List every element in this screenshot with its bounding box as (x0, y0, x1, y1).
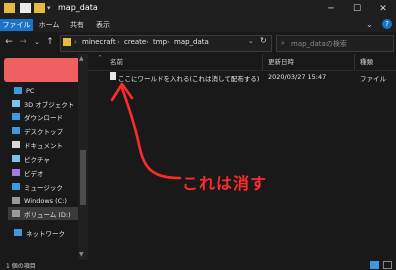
chevron-right-icon[interactable]: › (74, 38, 77, 46)
file-date: 2020/03/27 15:47 (268, 73, 327, 81)
redacted-quick-access-region (4, 58, 84, 82)
column-type[interactable]: 種類 (360, 56, 373, 66)
new-folder-icon[interactable] (34, 3, 45, 13)
scroll-up-icon[interactable]: ▲ (79, 55, 84, 62)
breadcrumb-map-data[interactable]: map_data (174, 38, 209, 46)
tab-home[interactable]: ホーム (36, 19, 62, 31)
annotation-text: これは消す (182, 174, 268, 193)
maximize-button[interactable]: ☐ (344, 0, 370, 18)
music-icon (12, 183, 20, 190)
column-header-row (88, 54, 396, 71)
ribbon-expand-icon[interactable]: ⌄ (366, 20, 373, 29)
drive-icon (12, 210, 20, 217)
up-icon[interactable]: ↑ (44, 35, 56, 49)
nav-item-desktop[interactable]: デスクトップ (12, 124, 63, 137)
scroll-down-icon[interactable]: ▼ (79, 251, 84, 258)
tab-view[interactable]: 表示 (92, 19, 114, 31)
status-bar: 1 個の項目 (0, 260, 396, 270)
nav-item-pc[interactable]: PC (14, 84, 34, 97)
refresh-icon[interactable]: ↻ (260, 36, 267, 45)
nav-scrollbar-thumb[interactable] (80, 150, 86, 205)
folder-icon (4, 3, 15, 13)
nav-item-documents[interactable]: ドキュメント (12, 138, 63, 151)
download-icon (12, 113, 20, 120)
window-title: map_data (58, 3, 98, 12)
pc-icon (14, 87, 22, 94)
cube-icon (12, 100, 20, 107)
nav-item-windows-c[interactable]: Windows (C:) (12, 194, 67, 207)
document-icon (12, 141, 20, 148)
nav-item-pictures[interactable]: ピクチャ (12, 152, 50, 165)
recent-dropdown-icon[interactable]: ⌄ (31, 35, 43, 49)
details-view-icon[interactable] (370, 261, 379, 269)
column-divider[interactable] (262, 54, 263, 70)
properties-icon[interactable] (20, 3, 31, 13)
video-icon (12, 169, 20, 176)
column-name[interactable]: 名前 (110, 56, 123, 66)
picture-icon (12, 155, 20, 162)
tab-share[interactable]: 共有 (66, 19, 88, 31)
column-divider[interactable] (354, 54, 355, 70)
nav-item-videos[interactable]: ビデオ (12, 166, 44, 179)
item-count: 1 個の項目 (6, 263, 36, 270)
back-icon[interactable]: ← (3, 35, 15, 49)
column-date[interactable]: 更新日時 (268, 56, 294, 66)
nav-item-3d-objects[interactable]: 3D オブジェクト (12, 97, 74, 110)
nav-item-downloads[interactable]: ダウンロード (12, 110, 63, 123)
chevron-right-icon[interactable]: › (167, 38, 170, 46)
breadcrumb-minecraft[interactable]: minecraft (82, 38, 116, 46)
nav-item-music[interactable]: ミュージック (12, 180, 63, 193)
close-button[interactable]: ✕ (370, 0, 396, 18)
address-dropdown-icon[interactable]: ⌄ (248, 37, 254, 45)
network-icon (14, 229, 22, 236)
nav-item-network[interactable]: ネットワーク (14, 226, 65, 239)
search-placeholder: map_dataの検索 (291, 40, 347, 48)
search-box[interactable]: ⌕ map_dataの検索 (276, 35, 394, 52)
forward-icon[interactable]: → (17, 35, 29, 49)
file-type: ファイル (360, 75, 386, 83)
quick-access-dropdown-icon[interactable]: ▾ (47, 4, 51, 12)
help-icon[interactable]: ? (382, 19, 392, 29)
drive-icon (12, 197, 20, 204)
desktop-icon (12, 127, 20, 134)
sort-up-icon: ^ (98, 55, 103, 61)
chevron-right-icon[interactable]: › (146, 38, 149, 46)
search-icon: ⌕ (281, 39, 285, 47)
chevron-right-icon[interactable]: › (117, 38, 120, 46)
tab-file[interactable]: ファイル (0, 19, 33, 31)
minimize-button[interactable]: ─ (318, 0, 344, 18)
folder-icon (63, 38, 71, 46)
nav-item-volume-d[interactable]: ボリューム (D:) (8, 207, 82, 220)
breadcrumb-create[interactable]: create (124, 38, 146, 46)
large-icons-view-icon[interactable] (383, 261, 392, 269)
breadcrumb-tmp[interactable]: tmp (153, 38, 167, 46)
